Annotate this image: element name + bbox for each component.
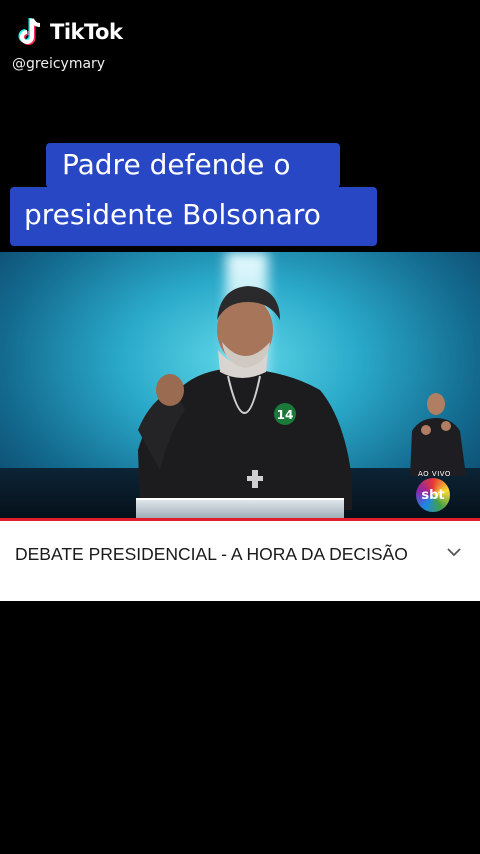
caption-line-1: Padre defende o xyxy=(46,143,340,188)
caption-line-2: presidente Bolsonaro xyxy=(10,187,377,246)
podium xyxy=(136,498,344,520)
tiktok-logo: TikTok xyxy=(16,16,123,48)
live-label: AO VIVO xyxy=(418,470,451,478)
creator-handle: @greicymary xyxy=(12,56,106,72)
sbt-logo-text: sbt xyxy=(421,487,445,503)
chevron-down-icon[interactable] xyxy=(446,546,462,558)
speaker-figure: 14 xyxy=(138,286,352,510)
video-player[interactable]: 14 AO VIVO sbt xyxy=(0,252,480,520)
sign-language-interpreter xyxy=(410,393,466,476)
video-title: DEBATE PRESIDENCIAL - A HORA DA DECISÃO xyxy=(15,544,408,564)
tiktok-wordmark: TikTok xyxy=(50,20,123,44)
tiktok-note-icon xyxy=(18,18,41,45)
video-title-card[interactable]: DEBATE PRESIDENCIAL - A HORA DA DECISÃO xyxy=(0,521,480,601)
sbt-logo: sbt xyxy=(416,478,450,512)
candidate-number-badge: 14 xyxy=(277,408,294,422)
